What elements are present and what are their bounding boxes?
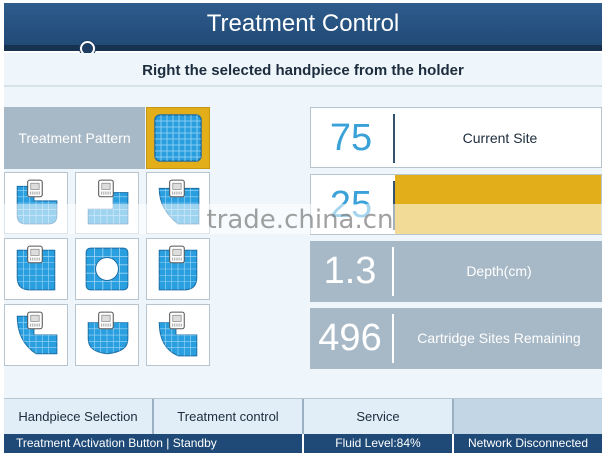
instruction-text: Right the selected handpiece from the ho… bbox=[142, 62, 464, 79]
treatment-control-button[interactable]: Treatment control bbox=[154, 399, 304, 435]
network-status: Network Disconnected bbox=[452, 434, 602, 453]
pattern-shape-icon bbox=[16, 311, 58, 355]
cartridge-sites-value: 496 bbox=[318, 317, 382, 359]
pattern-lower-middle[interactable] bbox=[75, 304, 139, 366]
cartridge-sites-label: Cartridge Sites Remaining bbox=[417, 330, 581, 346]
depth-divider bbox=[392, 247, 394, 296]
current-site-label: Current Site bbox=[462, 130, 538, 146]
cartridge-panel: 496 Cartridge Sites Remaining bbox=[310, 308, 602, 369]
status-bar: Treatment Activation Button | Standby Fl… bbox=[4, 434, 602, 453]
header-title: Treatment Control bbox=[4, 3, 602, 45]
service-button[interactable]: Service bbox=[304, 399, 454, 435]
current-site-value: 75 bbox=[329, 117, 373, 159]
handpiece-selection-button[interactable]: Handpiece Selection bbox=[4, 399, 154, 435]
pattern-shape-icon bbox=[16, 245, 56, 291]
full-grid-icon bbox=[154, 114, 202, 162]
treatment-pattern-title: Treatment Pattern bbox=[4, 107, 145, 169]
pattern-center-circle[interactable] bbox=[75, 238, 139, 300]
pattern-shape-icon bbox=[85, 247, 129, 291]
watermark-text: trade.china.cn bbox=[206, 205, 394, 235]
current-site-divider bbox=[393, 114, 395, 163]
pattern-lower-left[interactable] bbox=[4, 304, 68, 366]
depth-label: Depth(cm) bbox=[466, 263, 532, 279]
pattern-shape-icon bbox=[158, 311, 198, 357]
depth-value: 1.3 bbox=[323, 250, 377, 292]
current-site-panel: 75 Current Site bbox=[310, 107, 602, 168]
pattern-shape-icon bbox=[158, 245, 198, 291]
pattern-full-selected[interactable] bbox=[146, 107, 210, 169]
pattern-shape-icon bbox=[87, 311, 129, 355]
pattern-left-half[interactable] bbox=[4, 238, 68, 300]
empty-nav-button[interactable] bbox=[454, 399, 602, 435]
depth-panel[interactable]: 1.3 Depth(cm) bbox=[310, 241, 602, 302]
activation-status: Treatment Activation Button | Standby bbox=[16, 436, 217, 450]
pattern-lower-right[interactable] bbox=[146, 304, 210, 366]
fluid-level-status: Fluid Level:84% bbox=[302, 434, 452, 453]
pattern-right-half[interactable] bbox=[146, 238, 210, 300]
instruction-divider bbox=[4, 85, 602, 87]
cartridge-divider bbox=[392, 314, 394, 363]
bottom-nav: Handpiece Selection Treatment control Se… bbox=[4, 398, 602, 435]
